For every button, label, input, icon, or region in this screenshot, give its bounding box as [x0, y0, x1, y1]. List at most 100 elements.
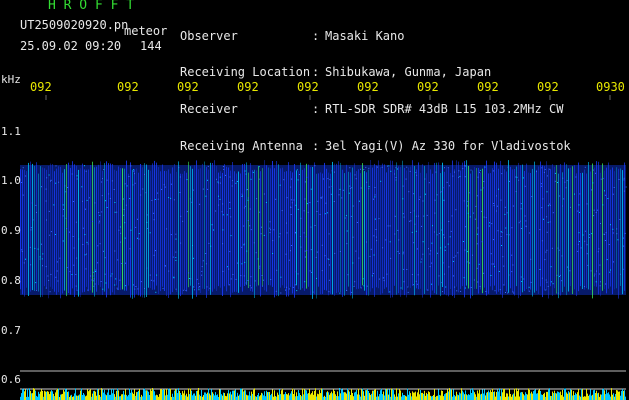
- noise-streak: [594, 167, 595, 287]
- noise-speck: [429, 266, 431, 268]
- noise-streak: [296, 170, 297, 286]
- noise-speck: [285, 289, 286, 291]
- power-bar: [286, 393, 287, 400]
- noise-speck: [394, 173, 395, 175]
- noise-speck: [189, 198, 191, 200]
- noise-speck: [21, 182, 23, 183]
- noise-speck: [493, 203, 495, 204]
- noise-speck: [406, 269, 408, 270]
- noise-speck: [213, 229, 214, 231]
- power-bar: [90, 389, 91, 400]
- noise-speck: [582, 234, 584, 236]
- power-bar: [554, 390, 555, 400]
- noise-streak: [492, 168, 493, 291]
- power-bar: [419, 394, 420, 400]
- power-bar: [137, 392, 138, 400]
- power-bar: [40, 391, 41, 400]
- noise-speck: [354, 281, 356, 283]
- noise-streak: [318, 173, 319, 287]
- noise-streak: [194, 165, 195, 289]
- noise-speck: [84, 165, 85, 167]
- power-bar: [446, 392, 447, 400]
- power-bar: [291, 391, 292, 400]
- power-bar: [333, 389, 334, 400]
- noise-speck: [376, 166, 378, 168]
- noise-speck: [500, 236, 502, 237]
- antenna-label: Receiving Antenna: [180, 139, 303, 154]
- power-bar: [117, 388, 118, 400]
- noise-speck: [237, 262, 239, 264]
- power-bar: [620, 395, 621, 400]
- power-bar: [248, 395, 249, 400]
- noise-speck: [596, 209, 598, 211]
- noise-speck: [205, 253, 207, 254]
- noise-speck: [518, 179, 520, 181]
- noise-speck: [410, 212, 412, 213]
- noise-speck: [430, 250, 432, 252]
- noise-speck: [162, 288, 164, 290]
- noise-speck: [477, 227, 479, 229]
- power-bar: [589, 394, 590, 400]
- noise-streak: [114, 169, 115, 295]
- noise-speck: [398, 252, 400, 254]
- power-bar: [156, 394, 157, 400]
- noise-speck: [94, 283, 96, 285]
- noise-speck: [297, 273, 299, 275]
- noise-speck: [134, 173, 135, 175]
- noise-speck: [489, 222, 491, 224]
- noise-streak: [528, 172, 529, 293]
- noise-streak: [404, 167, 405, 296]
- power-bar: [247, 395, 248, 400]
- power-bar: [251, 391, 252, 400]
- power-bar: [109, 394, 110, 400]
- noise-speck: [402, 198, 404, 200]
- noise-speck: [415, 215, 417, 217]
- noise-speck: [114, 250, 116, 252]
- noise-streak: [620, 168, 621, 286]
- power-bar: [242, 389, 243, 400]
- power-bar: [539, 389, 540, 400]
- noise-speck: [578, 232, 580, 234]
- power-bar: [67, 391, 68, 400]
- noise-speck: [413, 210, 415, 212]
- noise-speck: [157, 198, 159, 200]
- noise-speck: [179, 192, 181, 193]
- noise-speck: [290, 178, 292, 180]
- power-bar: [253, 389, 254, 400]
- noise-speck: [103, 169, 105, 170]
- noise-speck: [328, 291, 330, 293]
- noise-speck: [469, 262, 470, 264]
- noise-streak: [360, 173, 361, 288]
- noise-speck: [270, 279, 272, 280]
- noise-speck: [39, 258, 41, 260]
- noise-speck: [497, 230, 499, 232]
- noise-speck: [358, 200, 360, 202]
- noise-speck: [492, 170, 494, 172]
- noise-streak: [134, 169, 135, 298]
- noise-speck: [75, 285, 77, 287]
- noise-speck: [590, 270, 592, 272]
- noise-speck: [42, 265, 43, 267]
- noise-streak: [174, 164, 175, 289]
- noise-speck: [229, 176, 231, 178]
- noise-speck: [478, 263, 480, 265]
- noise-speck: [299, 236, 301, 237]
- noise-speck: [616, 233, 618, 235]
- power-bar: [258, 393, 259, 400]
- noise-speck: [209, 287, 211, 289]
- file-name: UT2509020920.pn: [20, 18, 129, 32]
- noise-streak: [140, 164, 141, 297]
- power-bar: [80, 390, 81, 400]
- noise-streak: [218, 172, 219, 287]
- power-bar: [381, 388, 382, 400]
- noise-speck: [125, 285, 127, 287]
- noise-speck: [314, 165, 316, 167]
- power-bar: [623, 390, 624, 400]
- noise-speck: [69, 231, 70, 233]
- power-bar: [135, 395, 136, 400]
- noise-speck: [161, 188, 163, 190]
- noise-speck: [375, 229, 377, 230]
- noise-speck: [586, 203, 588, 205]
- power-bar: [392, 389, 393, 400]
- power-bar: [531, 391, 532, 400]
